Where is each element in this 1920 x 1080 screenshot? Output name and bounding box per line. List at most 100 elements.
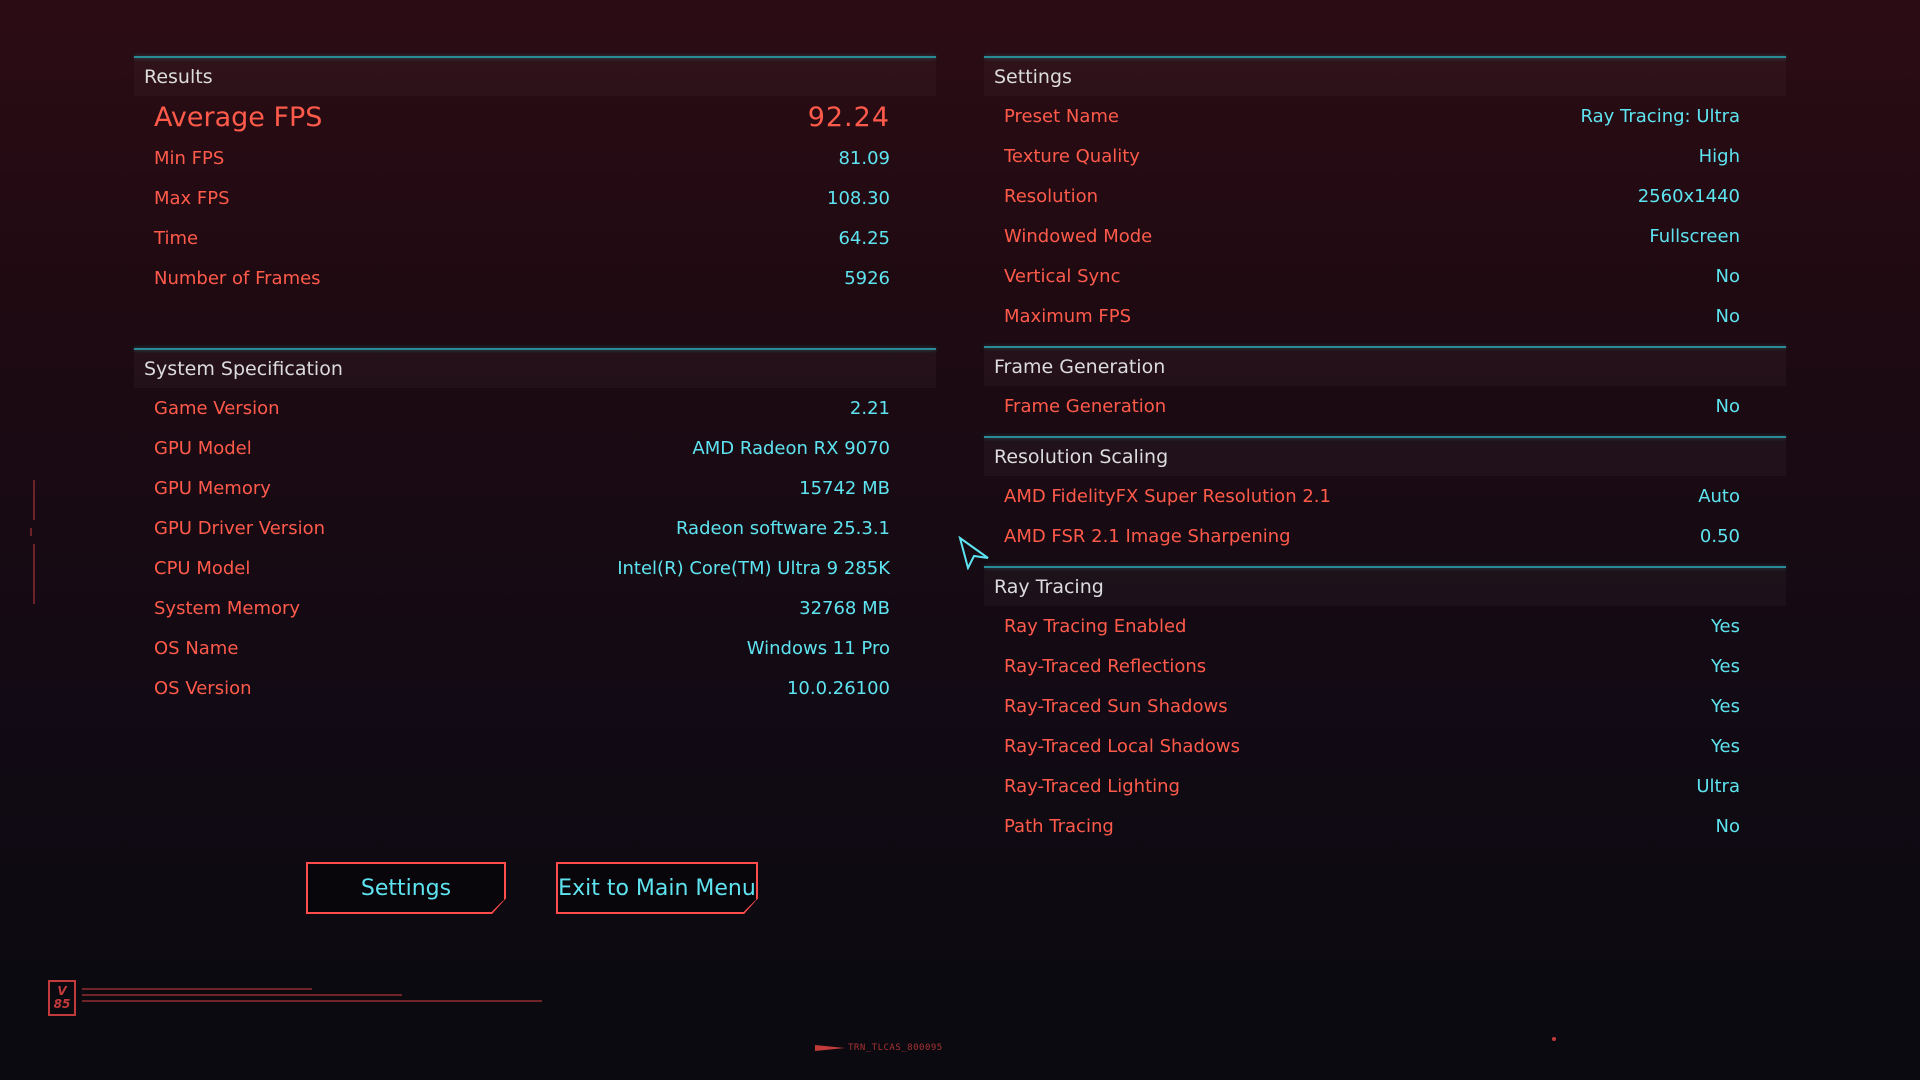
settings-row: Texture Quality High: [984, 136, 1786, 176]
settings-rows: Preset Name Ray Tracing: Ultra Texture Q…: [984, 96, 1786, 336]
system-row-label: GPU Memory: [154, 477, 271, 499]
average-fps-row: Average FPS 92.24: [134, 96, 936, 138]
ray-tracing-row-value: Ultra: [1696, 775, 1740, 797]
results-row: Number of Frames 5926: [134, 258, 936, 298]
results-title: Results: [144, 66, 213, 88]
frame-generation-row-value: No: [1715, 395, 1740, 417]
settings-row-label: Resolution: [1004, 185, 1099, 207]
average-fps-value: 92.24: [807, 101, 890, 133]
ray-tracing-header: Ray Tracing: [984, 568, 1786, 606]
results-row-value: 108.30: [827, 187, 890, 209]
system-row: GPU Model AMD Radeon RX 9070: [134, 428, 936, 468]
ray-tracing-row-value: Yes: [1710, 655, 1740, 677]
settings-row-label: Windowed Mode: [1004, 225, 1153, 247]
ray-tracing-row: Ray-Traced Reflections Yes: [984, 646, 1786, 686]
settings-button-label: Settings: [360, 875, 452, 901]
frame-generation-row: Frame Generation No: [984, 386, 1786, 426]
resolution-scaling-row: AMD FSR 2.1 Image Sharpening 0.50: [984, 516, 1786, 556]
results-row-label: Min FPS: [154, 147, 225, 169]
resolution-scaling-title: Resolution Scaling: [994, 446, 1169, 468]
system-row-label: OS Name: [154, 637, 239, 659]
settings-row-value: No: [1715, 265, 1740, 287]
system-row-label: CPU Model: [154, 557, 251, 579]
settings-row: Windowed Mode Fullscreen: [984, 216, 1786, 256]
system-row-value: 10.0.26100: [786, 677, 890, 699]
ray-tracing-row-value: Yes: [1710, 615, 1740, 637]
settings-row-value: Fullscreen: [1649, 225, 1740, 247]
ray-tracing-row-label: Ray-Traced Reflections: [1004, 655, 1207, 677]
results-row-label: Number of Frames: [154, 267, 321, 289]
settings-row: Resolution 2560x1440: [984, 176, 1786, 216]
resolution-scaling-row-label: AMD FidelityFX Super Resolution 2.1: [1004, 485, 1331, 507]
decor-dot: [1552, 1037, 1556, 1041]
version-logo-icon: V 85: [48, 980, 76, 1016]
system-row-value: AMD Radeon RX 9070: [692, 437, 890, 459]
system-rows: Game Version 2.21 GPU Model AMD Radeon R…: [134, 388, 936, 708]
system-row: CPU Model Intel(R) Core(TM) Ultra 9 285K: [134, 548, 936, 588]
ray-tracing-rows: Ray Tracing Enabled Yes Ray-Traced Refle…: [984, 606, 1786, 846]
system-row: OS Version 10.0.26100: [134, 668, 936, 708]
system-row: GPU Driver Version Radeon software 25.3.…: [134, 508, 936, 548]
system-panel: System Specification Game Version 2.21 G…: [134, 348, 936, 708]
system-row: System Memory 32768 MB: [134, 588, 936, 628]
ray-tracing-row-value: No: [1715, 815, 1740, 837]
legal-fine-print: [82, 988, 542, 1006]
system-row-value: 15742 MB: [799, 477, 890, 499]
system-row: OS Name Windows 11 Pro: [134, 628, 936, 668]
resolution-scaling-header: Resolution Scaling: [984, 438, 1786, 476]
exit-to-main-menu-button[interactable]: Exit to Main Menu: [556, 862, 758, 914]
resolution-scaling-row-value: 0.50: [1699, 525, 1740, 547]
ray-tracing-row-value: Yes: [1710, 695, 1740, 717]
results-header: Results: [134, 58, 936, 96]
settings-button[interactable]: Settings: [306, 862, 506, 914]
system-row-label: Game Version: [154, 397, 280, 419]
settings-row-label: Maximum FPS: [1004, 305, 1132, 327]
ray-tracing-row-label: Ray Tracing Enabled: [1004, 615, 1187, 637]
ray-tracing-row: Path Tracing No: [984, 806, 1786, 846]
system-row-value: Windows 11 Pro: [746, 637, 890, 659]
ray-tracing-row-label: Ray-Traced Lighting: [1004, 775, 1180, 797]
results-row: Time 64.25: [134, 218, 936, 258]
resolution-scaling-row-label: AMD FSR 2.1 Image Sharpening: [1004, 525, 1291, 547]
ray-tracing-row-label: Ray-Traced Sun Shadows: [1004, 695, 1228, 717]
system-header: System Specification: [134, 350, 936, 388]
settings-row-value: Ray Tracing: Ultra: [1580, 105, 1740, 127]
system-row-value: 32768 MB: [799, 597, 890, 619]
ray-tracing-row: Ray-Traced Lighting Ultra: [984, 766, 1786, 806]
results-rows: Min FPS 81.09 Max FPS 108.30 Time 64.25 …: [134, 138, 936, 298]
system-row-label: System Memory: [154, 597, 301, 619]
average-fps-label: Average FPS: [154, 101, 323, 133]
settings-row: Vertical Sync No: [984, 256, 1786, 296]
ray-tracing-row: Ray-Traced Local Shadows Yes: [984, 726, 1786, 766]
settings-panel: Settings Preset Name Ray Tracing: Ultra …: [984, 56, 1786, 846]
frame-generation-title: Frame Generation: [994, 356, 1166, 378]
ray-tracing-row: Ray-Traced Sun Shadows Yes: [984, 686, 1786, 726]
results-row: Min FPS 81.09: [134, 138, 936, 178]
ray-tracing-row-label: Ray-Traced Local Shadows: [1004, 735, 1240, 757]
exit-button-label: Exit to Main Menu: [558, 875, 756, 901]
settings-row-label: Texture Quality: [1004, 145, 1140, 167]
build-code: TRN_TLCAS_800095: [848, 1043, 943, 1053]
results-row: Max FPS 108.30: [134, 178, 936, 218]
ray-tracing-title: Ray Tracing: [994, 576, 1104, 598]
side-decoration: [30, 480, 38, 610]
ray-tracing-row: Ray Tracing Enabled Yes: [984, 606, 1786, 646]
settings-row: Preset Name Ray Tracing: Ultra: [984, 96, 1786, 136]
ray-tracing-row-value: Yes: [1710, 735, 1740, 757]
system-row-value: Intel(R) Core(TM) Ultra 9 285K: [617, 557, 890, 579]
results-row-label: Time: [154, 227, 199, 249]
settings-header: Settings: [984, 58, 1786, 96]
system-row: GPU Memory 15742 MB: [134, 468, 936, 508]
system-row-label: GPU Driver Version: [154, 517, 325, 539]
system-title: System Specification: [144, 358, 343, 380]
frame-generation-header: Frame Generation: [984, 348, 1786, 386]
settings-row: Maximum FPS No: [984, 296, 1786, 336]
resolution-scaling-row-value: Auto: [1698, 485, 1740, 507]
frame-generation-row-label: Frame Generation: [1004, 395, 1167, 417]
system-row-label: OS Version: [154, 677, 252, 699]
settings-row-value: No: [1715, 305, 1740, 327]
results-panel: Results Average FPS 92.24 Min FPS 81.09 …: [134, 56, 936, 298]
results-row-label: Max FPS: [154, 187, 230, 209]
ray-tracing-row-label: Path Tracing: [1004, 815, 1114, 837]
settings-row-value: High: [1698, 145, 1740, 167]
